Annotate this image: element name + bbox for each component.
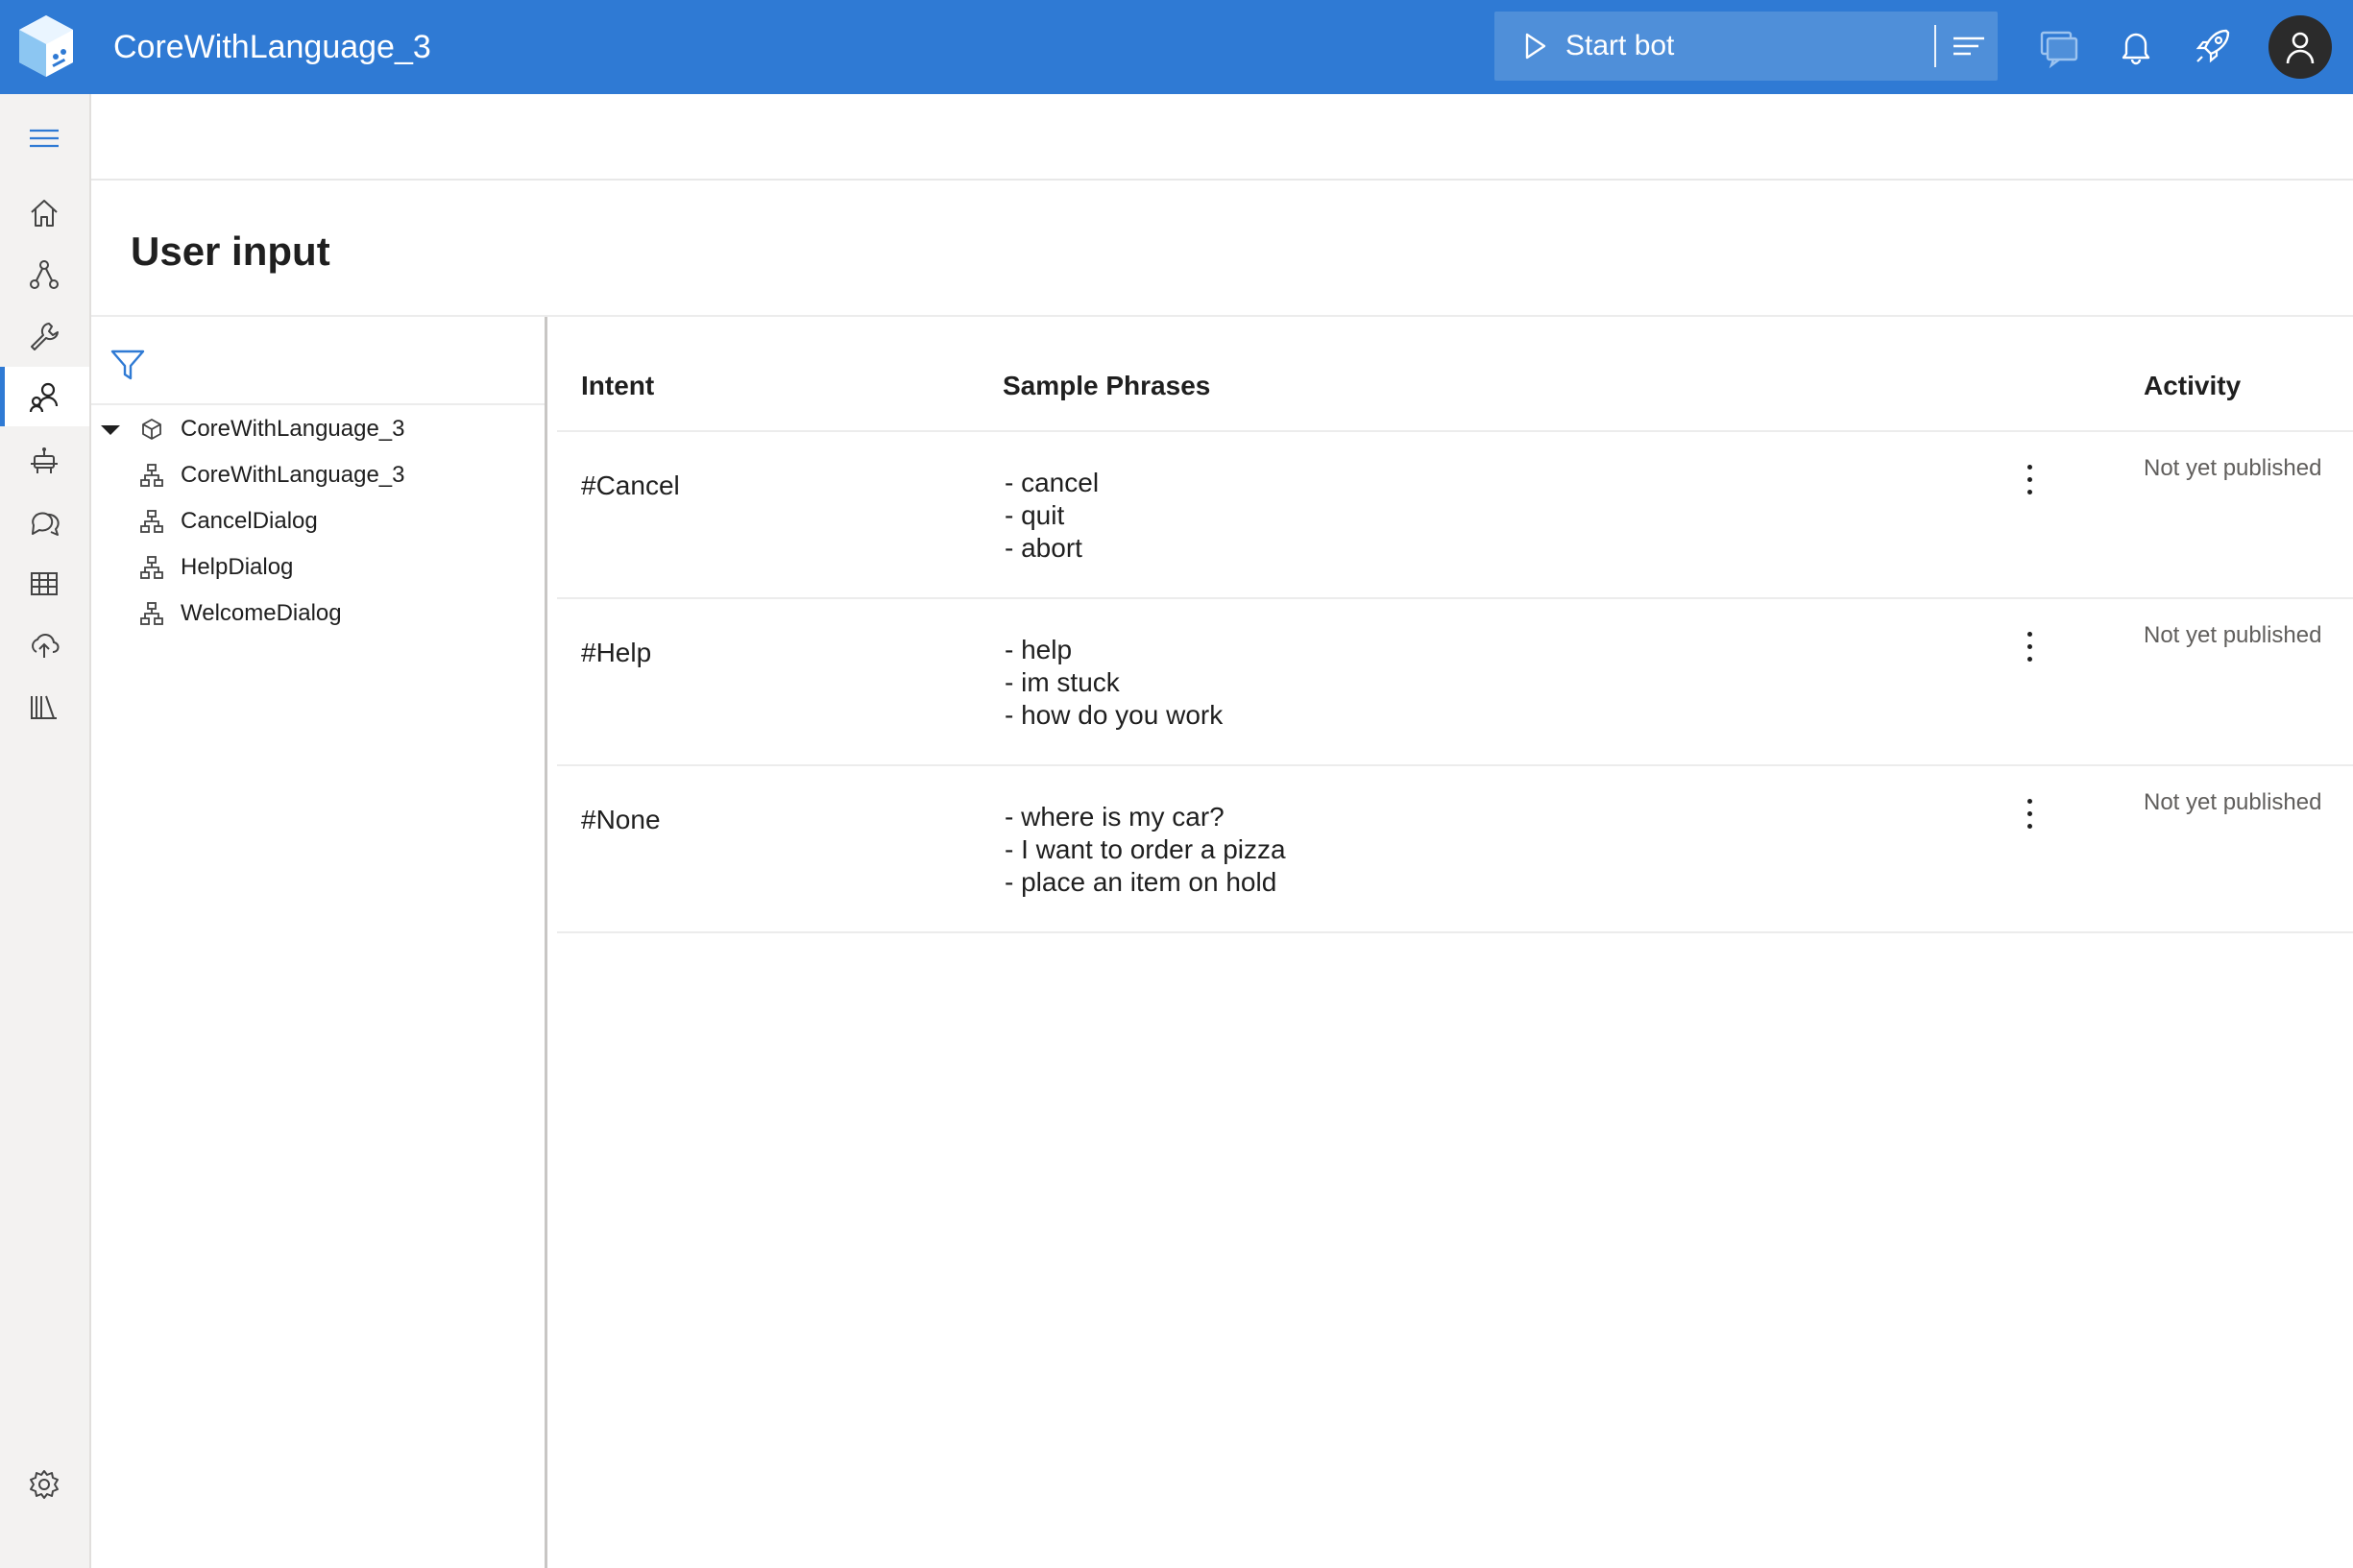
user-input-icon — [29, 382, 59, 413]
filter-icon[interactable] — [109, 346, 147, 384]
sample-phrases: - help - im stuck - how do you work — [1005, 634, 1223, 732]
dialog-tree-icon — [140, 602, 163, 625]
table-icon — [31, 572, 58, 595]
bell-icon[interactable] — [2113, 23, 2159, 69]
nav-item-design[interactable] — [0, 244, 89, 303]
activity-status: Not yet published — [2144, 622, 2322, 648]
dialog-tree-panel: CoreWithLanguage_3 CoreWithLanguage_3 Ca… — [91, 317, 547, 1568]
composer-logo-icon — [19, 15, 73, 77]
table-row[interactable]: #None - where is my car? - I want to ord… — [557, 766, 2353, 933]
rocket-icon[interactable] — [2190, 23, 2236, 69]
nav-item-knowledge[interactable] — [0, 492, 89, 551]
tree-item-label: CoreWithLanguage_3 — [181, 462, 405, 488]
tree-divider — [91, 403, 545, 405]
intent-name: #Help — [581, 638, 652, 667]
tree-item-bot-root[interactable]: CoreWithLanguage_3 — [91, 407, 545, 451]
user-avatar-icon — [2286, 32, 2315, 64]
sample-phrase: - how do you work — [1005, 700, 1224, 730]
nav-item-bot-responses[interactable] — [0, 430, 89, 490]
column-header-sample-phrases[interactable]: Sample Phrases — [1003, 369, 1210, 403]
tree-item-label: WelcomeDialog — [181, 600, 342, 626]
sample-phrases: - where is my car? - I want to order a p… — [1005, 801, 1286, 899]
play-icon — [1525, 33, 1546, 60]
cloud-upload-icon — [32, 634, 60, 658]
column-header-intent[interactable]: Intent — [581, 369, 654, 403]
nav-item-home[interactable] — [0, 182, 89, 242]
page-title: User input — [131, 229, 330, 274]
nav-item-settings[interactable] — [0, 1454, 89, 1513]
nav-item-tables[interactable] — [0, 553, 89, 613]
sample-phrase: - help — [1005, 635, 1073, 664]
tree-item-label: CoreWithLanguage_3 — [181, 416, 405, 442]
home-icon — [31, 200, 58, 227]
start-bot-button[interactable]: Start bot — [1494, 12, 1998, 81]
user-avatar-button[interactable] — [2268, 15, 2332, 79]
design-flow-icon — [30, 260, 59, 289]
sample-phrase: - quit — [1005, 500, 1065, 530]
nav-item-publish[interactable] — [0, 615, 89, 674]
tree-item-dialog[interactable]: CancelDialog — [91, 499, 545, 543]
more-options-icon[interactable] — [2021, 461, 2040, 503]
sample-phrases: - cancel - quit - abort — [1005, 467, 1099, 565]
intent-name: #Cancel — [581, 470, 680, 500]
sample-phrase: - where is my car? — [1005, 802, 1225, 832]
dialog-tree-icon — [140, 556, 163, 579]
hamburger-icon — [30, 129, 59, 148]
bot-icon — [31, 447, 58, 473]
nav-item-library[interactable] — [0, 676, 89, 736]
library-icon — [31, 695, 57, 719]
tree-item-dialog[interactable]: CoreWithLanguage_3 — [91, 453, 545, 497]
app-title: CoreWithLanguage_3 — [113, 29, 431, 65]
sample-phrase: - I want to order a pizza — [1005, 834, 1286, 864]
chat-bubbles-icon — [32, 512, 60, 536]
hamburger-menu-icon[interactable] — [1950, 29, 1988, 63]
sample-phrase: - abort — [1005, 533, 1082, 563]
tree-item-label: HelpDialog — [181, 554, 294, 580]
sample-phrase: - cancel — [1005, 468, 1100, 497]
table-row[interactable]: #Cancel - cancel - quit - abort Not yet … — [557, 432, 2353, 599]
left-navigation — [0, 94, 91, 1568]
wrench-icon — [31, 323, 59, 350]
sample-phrase: - im stuck — [1005, 667, 1120, 697]
tree-item-dialog[interactable]: WelcomeDialog — [91, 591, 545, 636]
top-bar: CoreWithLanguage_3 Start bot — [0, 0, 2353, 94]
sample-phrase: - place an item on hold — [1005, 867, 1277, 897]
caret-down-icon[interactable] — [99, 419, 122, 442]
start-bot-label: Start bot — [1565, 30, 1675, 61]
cube-icon — [142, 419, 161, 440]
more-options-icon[interactable] — [2021, 795, 2040, 837]
dialog-tree-icon — [140, 510, 163, 533]
column-header-activity[interactable]: Activity — [2144, 369, 2241, 403]
more-options-icon[interactable] — [2021, 628, 2040, 670]
tree-item-label: CancelDialog — [181, 508, 318, 534]
nav-menu-toggle[interactable] — [0, 108, 89, 167]
start-bot-divider — [1934, 25, 1936, 67]
intent-name: #None — [581, 805, 661, 834]
toolbar — [91, 94, 2353, 181]
dialog-tree-icon — [140, 464, 163, 487]
chat-icon[interactable] — [2036, 23, 2082, 69]
nav-item-configure[interactable] — [0, 305, 89, 365]
gear-icon — [30, 1470, 59, 1499]
activity-status: Not yet published — [2144, 455, 2322, 481]
nav-item-user-input[interactable] — [0, 367, 89, 426]
tree-item-dialog[interactable]: HelpDialog — [91, 545, 545, 590]
table-row[interactable]: #Help - help - im stuck - how do you wor… — [557, 599, 2353, 766]
activity-status: Not yet published — [2144, 789, 2322, 815]
